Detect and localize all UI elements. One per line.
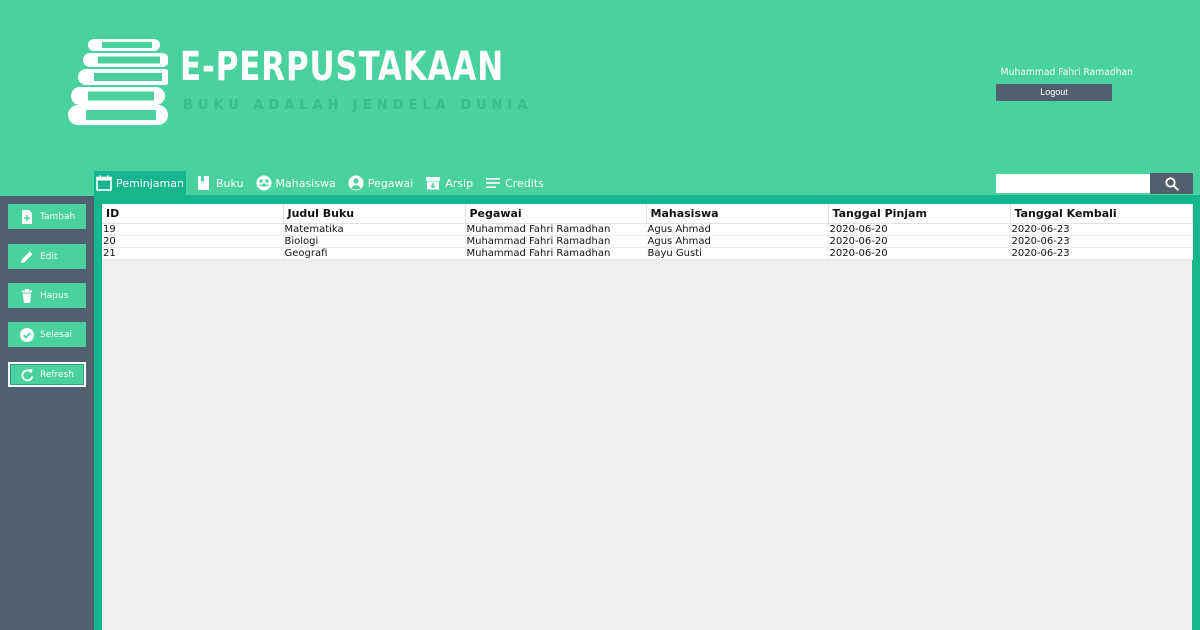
book-icon <box>196 175 212 191</box>
app-title: E-PERPUSTAKAAN <box>180 44 504 90</box>
tab-label: Mahasiswa <box>275 176 336 190</box>
column-header-judul-buku[interactable]: Judul Buku <box>283 204 466 224</box>
table-cell: Agus Ahmad <box>646 223 829 236</box>
tab-label: Peminjaman <box>116 176 184 190</box>
action-sidebar: Tambah Edit Hapus Selesai Refresh <box>0 196 94 630</box>
column-header-tanggal-kembali[interactable]: Tanggal Kembali <box>1010 204 1193 224</box>
button-label: Edit <box>40 251 58 262</box>
button-label: Refresh <box>40 369 74 380</box>
table-row[interactable]: 21 Geografi Muhammad Fahri Ramadhan Bayu… <box>102 247 1193 260</box>
edit-button[interactable]: Edit <box>8 244 86 269</box>
table-header-row: ID Judul Buku Pegawai Mahasiswa Tanggal … <box>102 204 1193 224</box>
table-row[interactable]: 19 Matematika Muhammad Fahri Ramadhan Ag… <box>102 223 1193 236</box>
tab-peminjaman[interactable]: Peminjaman <box>94 171 186 195</box>
hapus-button[interactable]: Hapus <box>8 283 86 308</box>
tab-label: Buku <box>215 176 244 190</box>
user-group-icon <box>256 175 272 191</box>
table-cell: Muhammad Fahri Ramadhan <box>465 223 647 236</box>
calendar-icon <box>96 175 112 191</box>
search-input[interactable] <box>996 174 1150 193</box>
search-button[interactable] <box>1150 173 1193 194</box>
tab-buku[interactable]: Buku <box>194 171 246 195</box>
table-cell: 20 <box>102 235 284 248</box>
table-cell: 2020-06-23 <box>1010 247 1193 260</box>
books-logo-icon <box>68 39 168 125</box>
table-cell: Muhammad Fahri Ramadhan <box>465 247 647 260</box>
table-cell: Bayu Gusti <box>646 247 829 260</box>
table-cell: Geografi <box>283 247 466 260</box>
loan-table: ID Judul Buku Pegawai Mahasiswa Tanggal … <box>102 204 1193 260</box>
column-header-tanggal-pinjam[interactable]: Tanggal Pinjam <box>828 204 1011 224</box>
user-name: Muhammad Fahri Ramadhan <box>1000 67 1134 78</box>
button-label: Hapus <box>40 290 69 301</box>
loan-table-panel: ID Judul Buku Pegawai Mahasiswa Tanggal … <box>102 204 1193 630</box>
tab-arsip[interactable]: Arsip <box>423 171 475 195</box>
tab-credits[interactable]: Credits <box>483 171 546 195</box>
tab-label: Pegawai <box>367 176 414 190</box>
tab-mahasiswa[interactable]: Mahasiswa <box>254 171 338 195</box>
refresh-icon <box>21 368 34 381</box>
button-label: Selesai <box>40 329 72 340</box>
user-icon <box>348 175 364 191</box>
tab-pegawai[interactable]: Pegawai <box>346 171 416 195</box>
trash-icon <box>22 288 32 303</box>
refresh-button[interactable]: Refresh <box>8 362 86 387</box>
tab-label: Arsip <box>445 176 474 190</box>
tab-label: Credits <box>505 176 544 190</box>
search-icon <box>1164 176 1179 191</box>
table-cell: 19 <box>102 223 284 236</box>
table-cell: 2020-06-20 <box>828 235 1011 248</box>
table-cell: Matematika <box>283 223 466 236</box>
column-header-pegawai[interactable]: Pegawai <box>465 204 647 224</box>
file-add-icon <box>22 209 32 224</box>
archive-icon <box>425 175 441 191</box>
table-cell: 21 <box>102 247 284 260</box>
table-cell: 2020-06-20 <box>828 223 1011 236</box>
check-circle-icon <box>20 327 34 342</box>
table-cell: 2020-06-20 <box>828 247 1011 260</box>
app-subtitle: BUKU ADALAH JENDELA DUNIA <box>183 98 533 113</box>
table-cell: 2020-06-23 <box>1010 235 1193 248</box>
logout-button[interactable]: Logout <box>996 84 1112 101</box>
column-header-mahasiswa[interactable]: Mahasiswa <box>646 204 829 224</box>
column-header-id[interactable]: ID <box>102 204 284 224</box>
app-header: E-PERPUSTAKAAN BUKU ADALAH JENDELA DUNIA… <box>0 0 1200 170</box>
table-cell: Agus Ahmad <box>646 235 829 248</box>
pencil-icon <box>21 251 33 263</box>
button-label: Tambah <box>40 211 76 222</box>
table-cell: Biologi <box>283 235 466 248</box>
list-icon <box>485 175 501 191</box>
table-cell: Muhammad Fahri Ramadhan <box>465 235 647 248</box>
table-cell: 2020-06-23 <box>1010 223 1193 236</box>
selesai-button[interactable]: Selesai <box>8 322 86 347</box>
tambah-button[interactable]: Tambah <box>8 204 86 229</box>
main-nav: Peminjaman Buku Mahasiswa Pegawai Arsip … <box>94 171 554 195</box>
table-row[interactable]: 20 Biologi Muhammad Fahri Ramadhan Agus … <box>102 235 1193 248</box>
